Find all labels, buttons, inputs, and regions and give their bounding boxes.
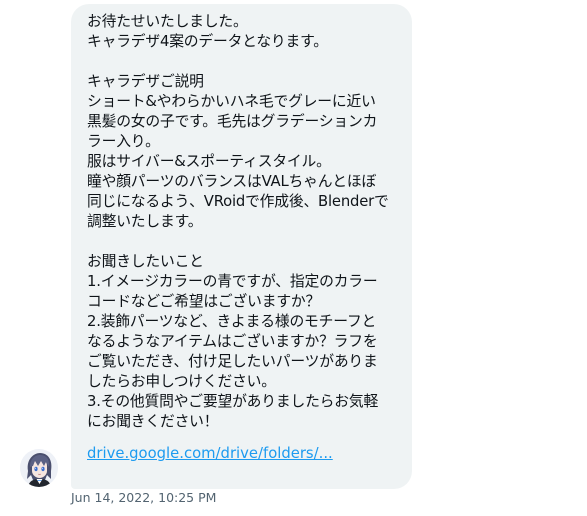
message-line: ショート&やわらかいハネ毛でグレーに近い [87, 93, 376, 110]
dm-conversation: お待たせいたしました。 キャラデザ4案のデータとなります。 キャラデザご説明 シ… [0, 0, 587, 516]
message-line: 調整いたします。 [87, 213, 203, 230]
message-line: 服はサイバー&スポーティスタイル。 [87, 153, 331, 170]
anime-girl-avatar-icon [20, 449, 58, 487]
message-bubble: お待たせいたしました。 キャラデザ4案のデータとなります。 キャラデザご説明 シ… [71, 4, 412, 489]
message-line: お聞きしたいこと [87, 253, 204, 270]
message-line: コードなどご希望はございますか？ [87, 293, 321, 310]
message-line: したらお申しつけください。 [87, 373, 276, 390]
message-line: ご覧いただき、付け足したいパーツがありま [87, 353, 378, 370]
message-timestamp: Jun 14, 2022, 10:25 PM [71, 490, 217, 505]
message-line: キャラデザご説明 [87, 73, 204, 90]
message-line: なるようなアイテムはございますか？ラフを [87, 333, 378, 350]
drive-folder-link[interactable]: drive.google.com/drive/folders/... [87, 444, 398, 464]
message-line: 3.その他質問やご要望がありましたらお気軽 [87, 393, 379, 410]
message-line: 瞳や顔パーツのバランスはVALちゃんとほぼ [87, 173, 377, 190]
message-line: お待たせいたしました。 [87, 13, 248, 30]
message-line: 黒髪の女の子です。毛先はグラデーションカ [87, 113, 378, 130]
message-line: 1.イメージカラーの青ですが、指定のカラー [87, 273, 378, 290]
sender-avatar[interactable] [20, 449, 58, 487]
message-line: にお聞きください！ [87, 413, 219, 430]
message-line: 2.装飾パーツなど、きよまる様のモチーフと [87, 313, 377, 330]
message-line: キャラデザ4案のデータとなります。 [87, 33, 328, 50]
message-line: ラー入り。 [87, 133, 160, 150]
message-line: 同じになるよう、VRoidで作成後、Blenderで [87, 193, 389, 210]
